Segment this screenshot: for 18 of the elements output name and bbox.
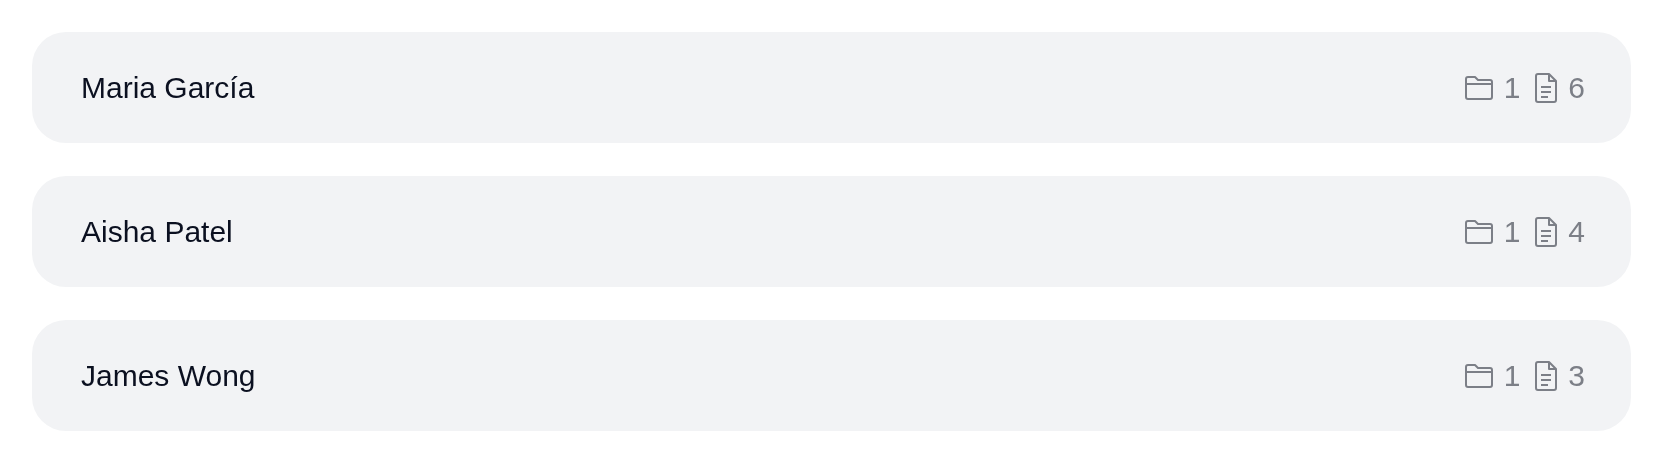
- person-card[interactable]: Aisha Patel 1 4: [32, 176, 1631, 287]
- person-name: Aisha Patel: [81, 214, 233, 249]
- document-icon: [1534, 216, 1559, 247]
- folder-count: 1: [1503, 70, 1521, 105]
- person-card[interactable]: James Wong 1 3: [32, 320, 1631, 431]
- folder-icon: [1463, 74, 1494, 101]
- document-count: 4: [1568, 214, 1585, 249]
- folder-icon: [1463, 218, 1494, 245]
- document-count: 6: [1568, 70, 1585, 105]
- document-count: 3: [1568, 358, 1585, 393]
- document-icon: [1534, 360, 1559, 391]
- folder-count: 1: [1503, 214, 1521, 249]
- person-name: James Wong: [81, 358, 256, 393]
- folder-count: 1: [1503, 358, 1521, 393]
- person-card[interactable]: Maria García 1 6: [32, 32, 1631, 143]
- folder-icon: [1463, 362, 1494, 389]
- person-name: Maria García: [81, 70, 255, 105]
- document-icon: [1534, 72, 1559, 103]
